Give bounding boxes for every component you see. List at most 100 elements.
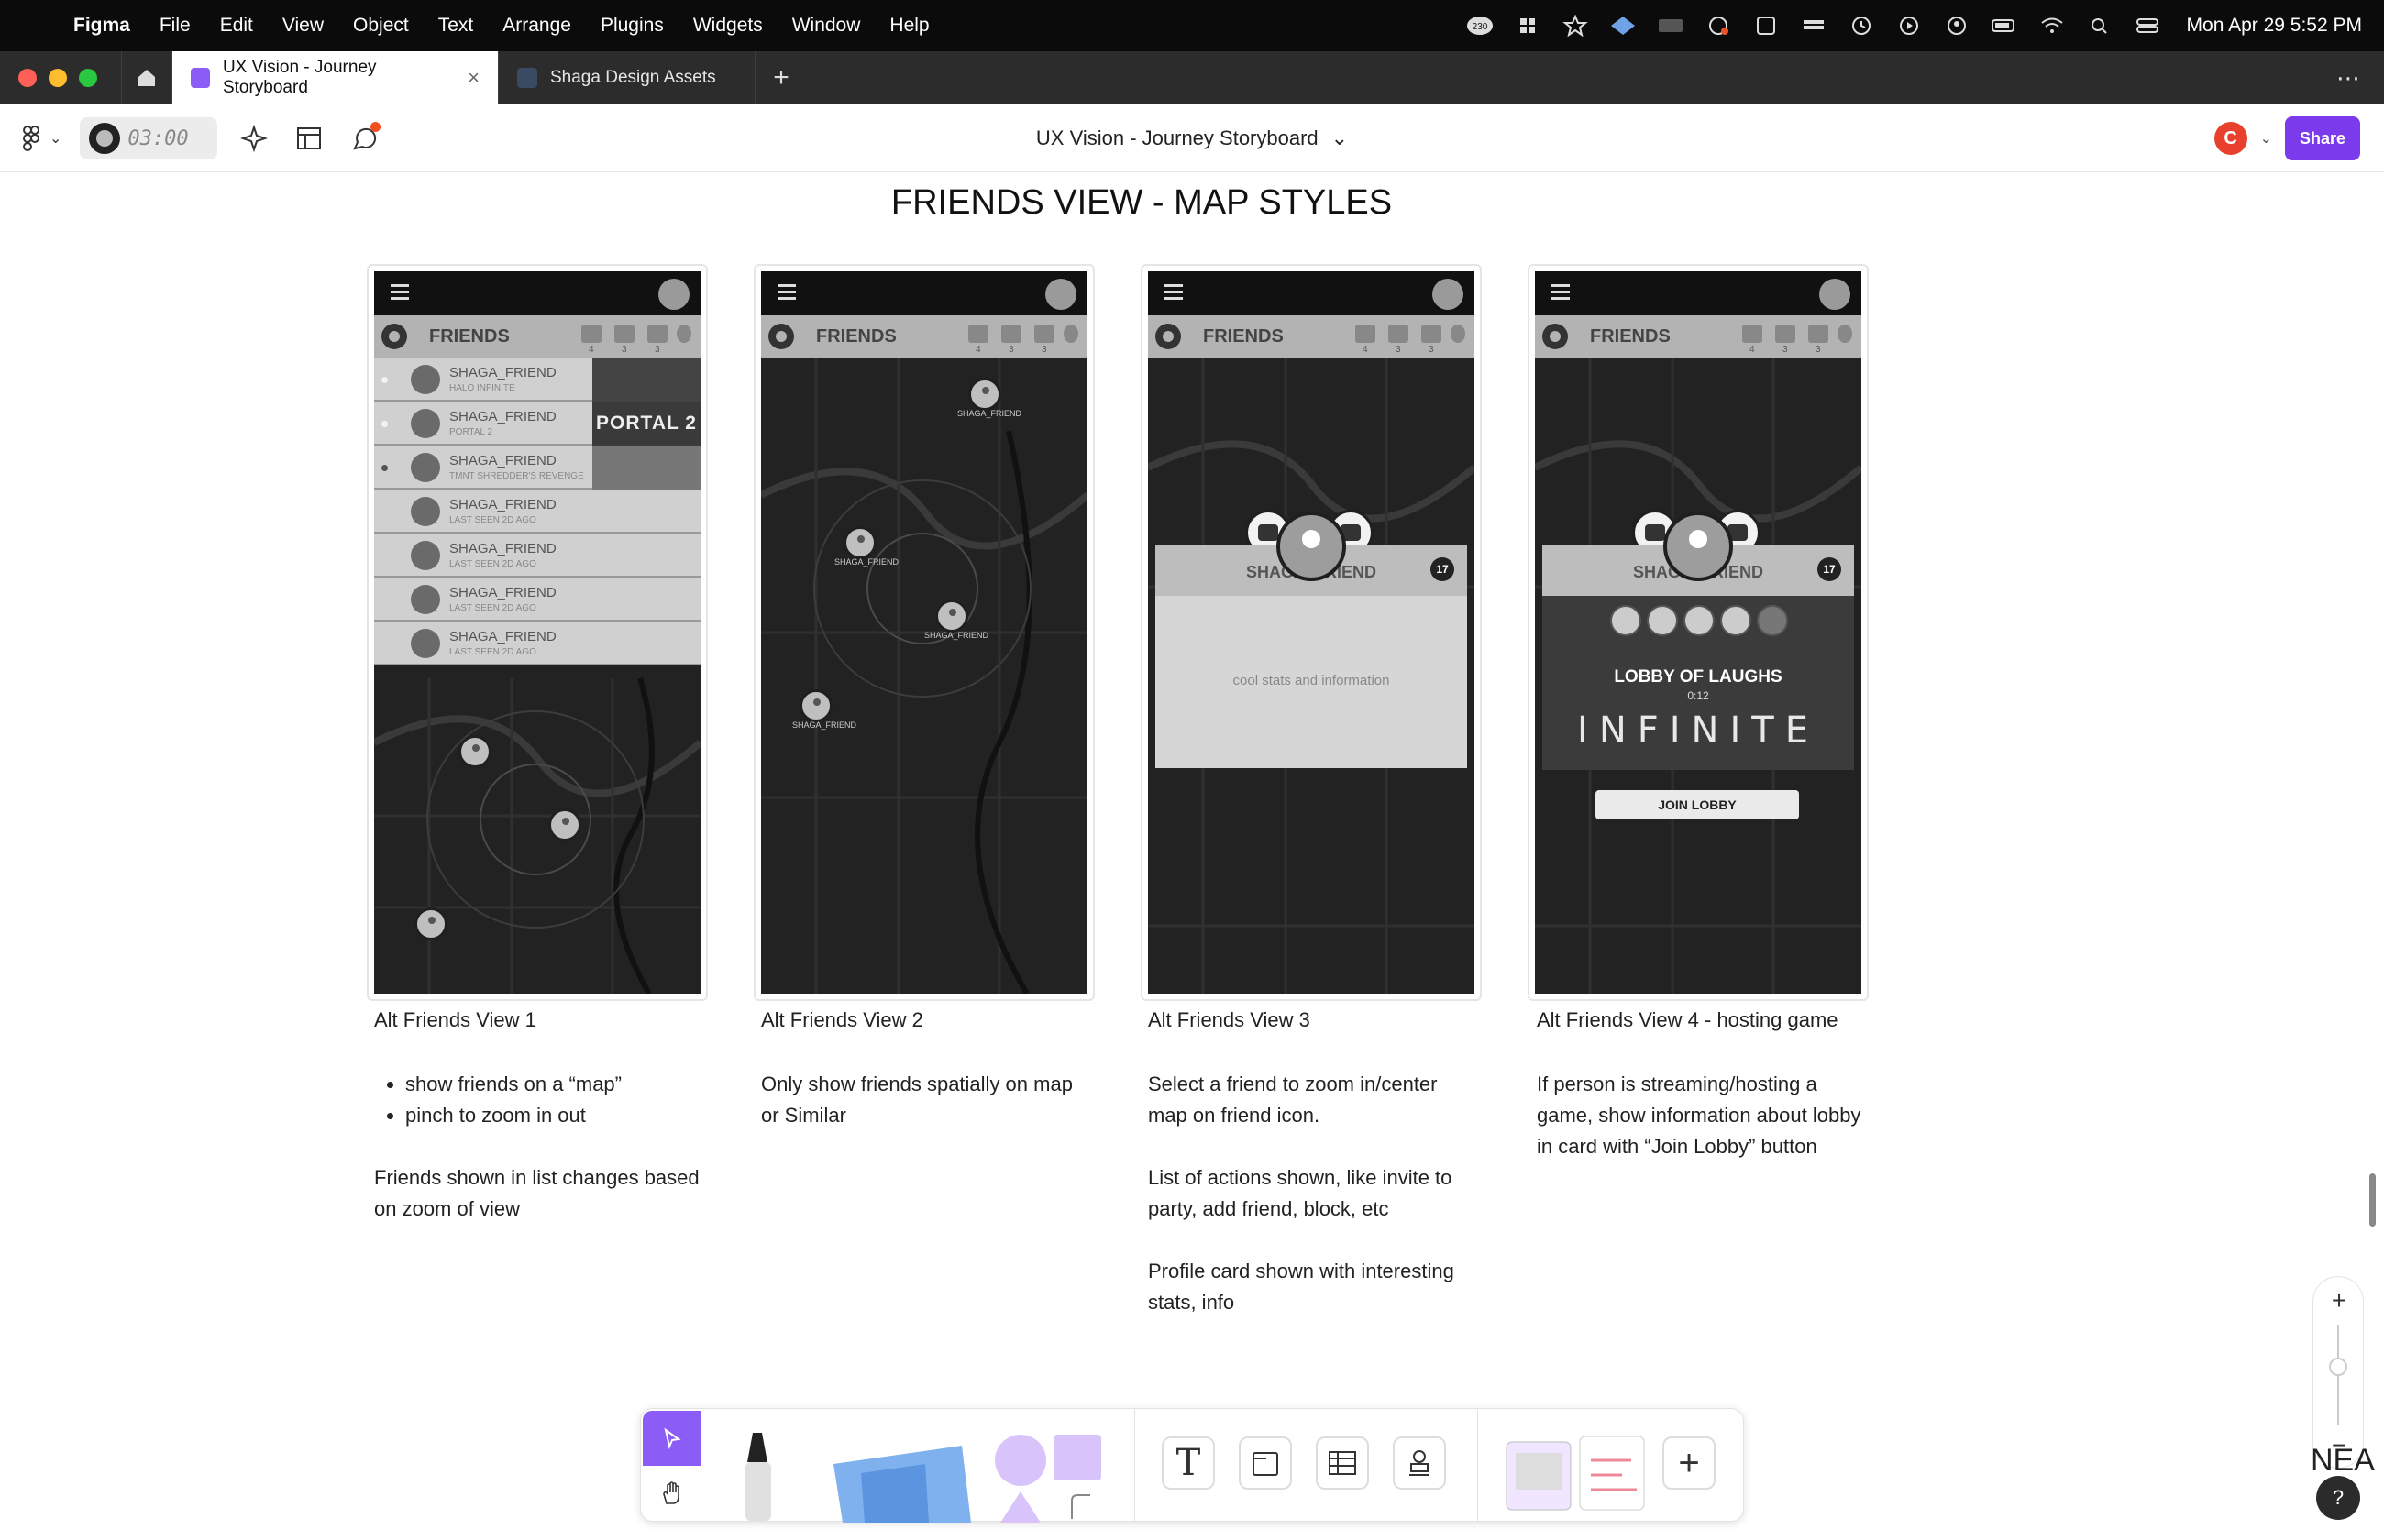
- menu-view[interactable]: View: [282, 15, 324, 37]
- marker-tool-icon[interactable]: [733, 1425, 788, 1521]
- stack-icon[interactable]: [1800, 15, 1827, 37]
- selected-friend-avatar[interactable]: [1276, 512, 1346, 581]
- profile-avatar-icon[interactable]: [1432, 279, 1463, 310]
- more-options-icon[interactable]: ⋯: [2336, 64, 2362, 93]
- games-filter-icon[interactable]: [647, 324, 668, 343]
- wifi-icon[interactable]: [2038, 15, 2066, 37]
- menu-object[interactable]: Object: [353, 15, 409, 37]
- more-tools-button[interactable]: +: [1662, 1436, 1716, 1490]
- menu-arrange[interactable]: Arrange: [502, 15, 571, 37]
- spotlight-search-icon[interactable]: [2086, 15, 2114, 37]
- figjam-canvas[interactable]: FRIENDS VIEW - MAP STYLES FRIENDS 4 3 3 …: [0, 172, 2384, 1540]
- wd-drive-icon[interactable]: [1657, 15, 1684, 37]
- zoom-in-icon[interactable]: +: [2313, 1286, 2365, 1315]
- friend-list-item[interactable]: SHAGA_FRIEND HALO INFINITE: [374, 358, 701, 402]
- friend-list-item[interactable]: SHAGA_FRIEND LAST SEEN 2D AGO: [374, 622, 701, 666]
- phone-frame-view-2[interactable]: FRIENDS 4 3 3 SHAGA_FRIEND SHAGA_FRIEND …: [754, 264, 1095, 1001]
- profile-avatar-icon[interactable]: [658, 279, 690, 310]
- help-button[interactable]: ?: [2316, 1476, 2360, 1520]
- comments-button[interactable]: [346, 120, 382, 157]
- user-account-icon[interactable]: [1943, 15, 1970, 37]
- map-friend-marker[interactable]: [844, 526, 877, 559]
- profile-avatar-icon[interactable]: [1819, 279, 1850, 310]
- friends-filter-icon[interactable]: [1355, 324, 1375, 343]
- badge-icon[interactable]: 230: [1466, 15, 1494, 37]
- map-friend-marker[interactable]: [548, 808, 581, 842]
- layout-button[interactable]: [291, 120, 327, 157]
- hamburger-menu-icon[interactable]: [778, 284, 796, 301]
- friend-list-item[interactable]: SHAGA_FRIEND LAST SEEN 2D AGO: [374, 534, 701, 578]
- table-tool-button[interactable]: [1316, 1436, 1369, 1490]
- grid-app-icon[interactable]: [1514, 15, 1541, 37]
- section-tool-button[interactable]: [1239, 1436, 1292, 1490]
- menu-plugins[interactable]: Plugins: [601, 15, 664, 37]
- user-avatar[interactable]: C: [2213, 122, 2247, 155]
- hamburger-menu-icon[interactable]: [1164, 284, 1183, 301]
- tab-shaga-design-assets[interactable]: Shaga Design Assets: [499, 51, 756, 104]
- phone-frame-view-3[interactable]: FRIENDS 4 3 3 SHAGA_FRIEND 17 cool stats…: [1141, 264, 1482, 1001]
- battery-icon[interactable]: [1991, 15, 2018, 37]
- search-icon[interactable]: [1838, 324, 1852, 343]
- font-app-icon[interactable]: [1752, 15, 1780, 37]
- zoom-window-button[interactable]: [79, 69, 97, 87]
- menu-text[interactable]: Text: [438, 15, 474, 37]
- groups-filter-icon[interactable]: [1388, 324, 1408, 343]
- control-center-icon[interactable]: [2134, 15, 2161, 37]
- share-button[interactable]: Share: [2285, 116, 2360, 160]
- play-icon[interactable]: [1895, 15, 1923, 37]
- menu-help[interactable]: Help: [889, 15, 929, 37]
- time-machine-icon[interactable]: [1848, 15, 1875, 37]
- groups-filter-icon[interactable]: [614, 324, 635, 343]
- selected-friend-avatar[interactable]: [1663, 512, 1733, 581]
- tab-journey-storyboard[interactable]: UX Vision - Journey Storyboard ×: [172, 51, 499, 104]
- templates-icon[interactable]: [1503, 1433, 1650, 1515]
- friends-filter-icon[interactable]: [581, 324, 602, 343]
- minimize-window-button[interactable]: [49, 69, 67, 87]
- timer-widget[interactable]: 03:00: [80, 117, 218, 160]
- map-friend-marker[interactable]: [935, 600, 968, 632]
- friend-list-item[interactable]: SHAGA_FRIEND LAST SEEN 2D AGO: [374, 578, 701, 622]
- map-friend-marker[interactable]: [800, 689, 833, 722]
- profile-avatar-icon[interactable]: [1045, 279, 1076, 310]
- chevron-down-icon[interactable]: ⌄: [2260, 129, 2272, 148]
- hamburger-menu-icon[interactable]: [1551, 284, 1570, 301]
- chevron-down-icon[interactable]: ⌄: [1331, 126, 1348, 150]
- groups-filter-icon[interactable]: [1775, 324, 1795, 343]
- star-icon[interactable]: [1562, 15, 1589, 37]
- menu-edit[interactable]: Edit: [220, 15, 253, 37]
- home-button[interactable]: [121, 51, 172, 104]
- friend-list-item[interactable]: SHAGA_FRIEND PORTAL 2 PORTAL 2: [374, 402, 701, 446]
- phone-frame-view-1[interactable]: FRIENDS 4 3 3 SHAGA_FRIEND HALO INFINITE…: [367, 264, 708, 1001]
- friends-filter-icon[interactable]: [968, 324, 988, 343]
- join-lobby-button[interactable]: JOIN LOBBY: [1595, 790, 1799, 820]
- shapes-tool-icon[interactable]: [989, 1427, 1109, 1523]
- vertical-scrollbar[interactable]: [2369, 1173, 2376, 1226]
- friend-list-item[interactable]: SHAGA_FRIEND LAST SEEN 2D AGO: [374, 490, 701, 534]
- system-clock[interactable]: Mon Apr 29 5:52 PM: [2187, 15, 2362, 37]
- ai-actions-button[interactable]: [236, 120, 272, 157]
- groups-filter-icon[interactable]: [1001, 324, 1021, 343]
- menu-file[interactable]: File: [160, 15, 191, 37]
- hamburger-menu-icon[interactable]: [391, 284, 409, 301]
- friend-list-item[interactable]: SHAGA_FRIEND TMNT SHREDDER'S REVENGE: [374, 446, 701, 490]
- close-tab-icon[interactable]: ×: [468, 66, 480, 90]
- map-friend-marker[interactable]: [968, 378, 1001, 411]
- text-tool-button[interactable]: T: [1162, 1436, 1215, 1490]
- search-icon[interactable]: [677, 324, 691, 343]
- zoom-slider-handle[interactable]: [2329, 1358, 2347, 1376]
- sticky-note-tool-icon[interactable]: [824, 1427, 971, 1523]
- search-icon[interactable]: [1064, 324, 1078, 343]
- menu-window[interactable]: Window: [792, 15, 861, 37]
- stamp-tool-button[interactable]: [1393, 1436, 1446, 1490]
- search-icon[interactable]: [1451, 324, 1465, 343]
- map-friend-marker[interactable]: [414, 908, 447, 940]
- main-menu-button[interactable]: ⌄: [18, 125, 61, 152]
- move-tool-button[interactable]: [643, 1411, 701, 1466]
- games-filter-icon[interactable]: [1421, 324, 1441, 343]
- menu-app-name[interactable]: Figma: [73, 15, 130, 37]
- close-window-button[interactable]: [18, 69, 37, 87]
- games-filter-icon[interactable]: [1034, 324, 1054, 343]
- friends-filter-icon[interactable]: [1742, 324, 1762, 343]
- hand-tool-button[interactable]: [643, 1468, 701, 1519]
- vpn-icon[interactable]: [1609, 15, 1637, 37]
